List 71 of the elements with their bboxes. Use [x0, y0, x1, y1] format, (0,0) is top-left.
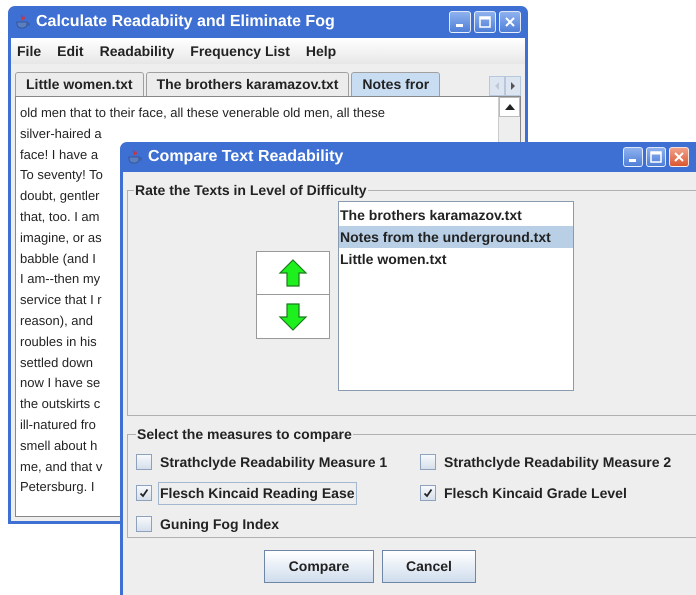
checkbox[interactable] — [420, 454, 436, 470]
maximize-icon — [479, 16, 491, 28]
minimize-button[interactable] — [449, 11, 471, 33]
text-line: service that I r — [20, 291, 102, 310]
window-title: Calculate Readabiity and Eliminate Fog — [36, 12, 335, 32]
checkbox-label: Guning Fog Index — [159, 514, 280, 534]
scroll-up-button[interactable] — [499, 97, 520, 117]
text-line: doubt, gentler — [20, 187, 100, 206]
checkbox[interactable] — [136, 454, 152, 470]
coffee-cup-icon — [15, 14, 31, 30]
minimize-icon — [628, 158, 636, 162]
minimize-icon — [456, 24, 462, 26]
close-button[interactable] — [669, 147, 689, 167]
checkmark-icon — [139, 488, 149, 498]
checkbox-label: Flesch Kincaid Grade Level — [443, 484, 628, 502]
text-line: ill-natured fro — [20, 416, 96, 434]
text-line: babble (and I — [20, 250, 96, 268]
tab[interactable]: Little women.txt — [15, 72, 144, 96]
left-arrow-icon — [494, 82, 500, 90]
coffee-cup-icon — [127, 149, 143, 165]
menu-item[interactable]: Readability — [100, 40, 174, 62]
text-line: smell about h — [20, 436, 98, 455]
tab-scroll-right-button[interactable] — [505, 76, 521, 96]
dialog-button[interactable]: Compare — [264, 550, 374, 583]
text-line: I am--then my — [20, 270, 100, 288]
move-up-button[interactable] — [256, 251, 330, 295]
close-icon — [504, 16, 516, 28]
maximize-icon — [650, 151, 662, 163]
checkbox[interactable] — [420, 485, 436, 501]
maximize-button[interactable] — [474, 11, 496, 33]
checkbox[interactable] — [136, 485, 152, 501]
text-line: settled down — [20, 354, 93, 372]
dialog-title: Compare Text Readability — [148, 147, 344, 167]
menu-item[interactable]: File — [17, 40, 42, 62]
menu-item[interactable]: Frequency List — [190, 40, 290, 62]
group-title: Select the measures to compare — [136, 425, 353, 444]
list-item[interactable]: Notes from the underground.txt — [339, 226, 573, 248]
maximize-button[interactable] — [646, 147, 666, 167]
dialog-button[interactable]: Cancel — [382, 550, 476, 583]
checkbox-label: Strathclyde Readability Measure 1 — [159, 452, 388, 472]
text-line: that, too. I am — [20, 208, 100, 226]
text-line: Petersburg. I — [20, 478, 94, 496]
move-down-button[interactable] — [256, 295, 330, 339]
checkbox[interactable] — [136, 516, 152, 532]
list-item[interactable]: The brothers karamazov.txt — [339, 204, 573, 226]
text-line: imagine, or as — [20, 228, 102, 247]
up-arrow-icon — [278, 258, 308, 288]
checkmark-icon — [423, 488, 433, 498]
checkbox-label: Flesch Kincaid Reading Ease — [158, 482, 357, 504]
text-line: now I have se — [20, 374, 100, 392]
text-line: roubles in his — [20, 332, 97, 351]
text-line: old men that to their face, all these venerable old men, all these — [20, 104, 385, 122]
down-arrow-icon — [278, 302, 308, 332]
menu-item[interactable]: Help — [306, 40, 336, 62]
text-line: To seventy! To — [20, 166, 103, 184]
text-line: face! I have a — [20, 146, 98, 164]
tab[interactable]: Notes fror — [351, 72, 440, 96]
list-item[interactable]: Little women.txt — [339, 248, 573, 270]
right-arrow-icon — [510, 82, 516, 90]
close-button[interactable] — [499, 11, 521, 33]
menu-item[interactable]: Edit — [57, 40, 84, 62]
text-line: silver-haired a — [20, 124, 102, 143]
checkbox-label: Strathclyde Readability Measure 2 — [443, 452, 672, 472]
group-title: Rate the Texts in Level of Difficulty — [134, 181, 368, 200]
up-arrow-icon — [504, 104, 514, 110]
tab[interactable]: The brothers karamazov.txt — [146, 72, 350, 96]
close-icon — [673, 151, 685, 163]
text-line: me, and that v — [20, 458, 102, 476]
text-line: reason), and — [20, 312, 93, 330]
text-line: the outskirts c — [20, 395, 100, 414]
minimize-button[interactable] — [623, 147, 643, 167]
